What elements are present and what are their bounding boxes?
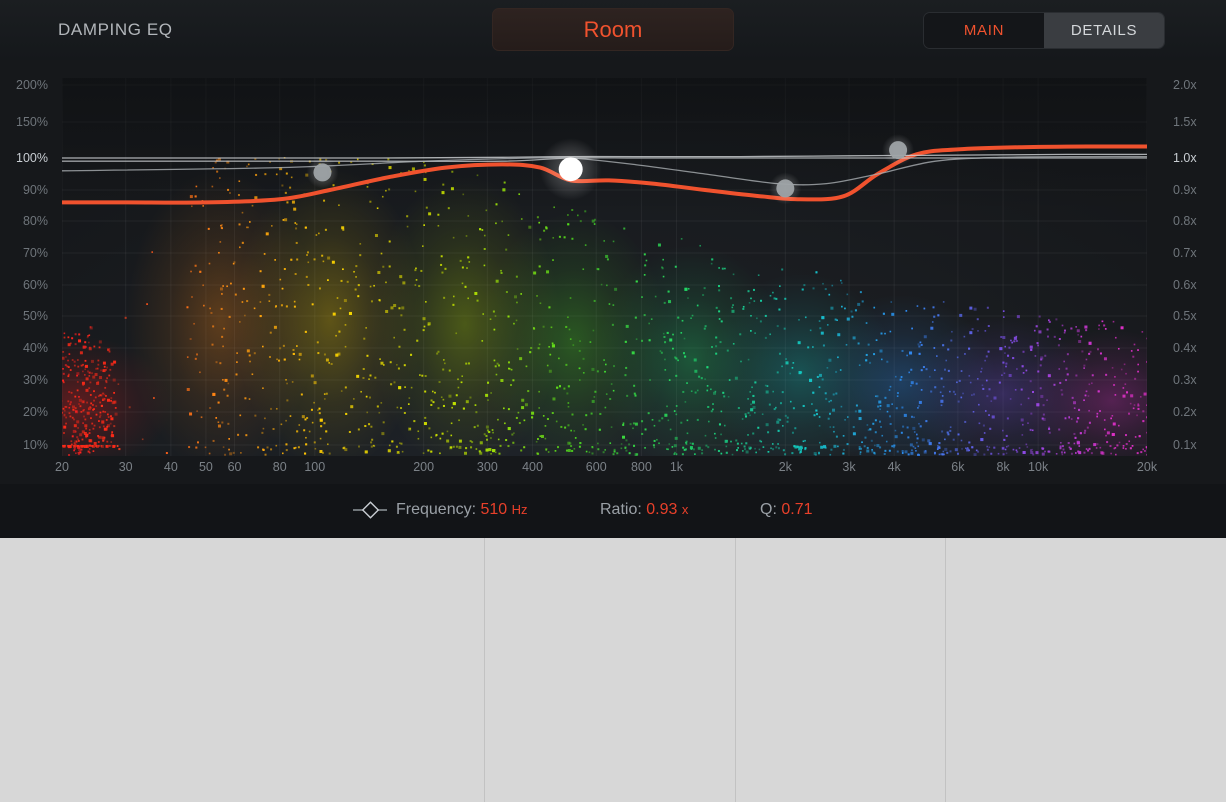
q-value[interactable]: 0.71	[781, 501, 812, 518]
y-tick-right: 0.2x	[1173, 405, 1197, 419]
ratio-label: Ratio:	[600, 501, 642, 518]
y-tick-right: 0.3x	[1173, 373, 1197, 387]
x-tick: 30	[118, 460, 133, 474]
header-bar: DAMPING EQ Room MAIN DETAILS	[0, 0, 1226, 60]
y-tick-right: 0.8x	[1173, 214, 1197, 228]
ratio-readout[interactable]: Ratio: 0.93 x	[600, 501, 688, 519]
y-tick-left: 90%	[22, 183, 48, 197]
y-tick-right: 1.0x	[1173, 151, 1197, 165]
x-tick: 800	[630, 460, 652, 474]
x-tick: 1k	[669, 460, 684, 474]
eq-curves[interactable]	[62, 78, 1147, 456]
y-tick-left: 70%	[22, 246, 48, 260]
spectrum-plot[interactable]	[62, 78, 1147, 456]
y-tick-left: 200%	[16, 78, 48, 92]
x-axis: 20 30 40 50 60 80 100 200 300 400 600 800 1k 2k 3k 4k 6k…	[55, 460, 1157, 480]
preset-selector[interactable]: Room	[492, 8, 734, 51]
preset-name: Room	[583, 16, 643, 42]
y-tick-right: 0.5x	[1173, 309, 1197, 323]
frequency-unit: Hz	[511, 502, 528, 517]
y-tick-left: 60%	[22, 278, 48, 292]
x-tick: 8k	[996, 460, 1010, 474]
y-tick-right: 0.1x	[1173, 438, 1197, 452]
ratio-unit: x	[681, 502, 689, 517]
y-tick-left: 10%	[22, 438, 48, 452]
y-axis-right: 2.0x 1.5x 1.0x 0.9x 0.8x 0.7x 0.6x 0.5x 0.4x 0.3x…	[1160, 78, 1222, 456]
y-tick-left: 80%	[22, 214, 48, 228]
view-tabs: MAIN DETAILS	[924, 13, 1164, 48]
x-tick: 3k	[842, 460, 856, 474]
y-tick-right: 0.4x	[1173, 341, 1197, 355]
panel-divider-3	[945, 538, 946, 802]
y-tick-right: 0.7x	[1173, 246, 1197, 260]
q-label: Q:	[760, 501, 777, 518]
y-tick-right: 1.5x	[1173, 115, 1197, 129]
y-tick-left: 30%	[22, 373, 48, 387]
control-panel: Attack 0 % ♪ Predelay 8 ms Size 50 % Den…	[0, 538, 1226, 802]
frequency-label: Frequency:	[396, 501, 477, 518]
y-tick-right: 2.0x	[1173, 78, 1197, 92]
tab-main[interactable]: MAIN	[924, 13, 1044, 48]
x-tick: 10k	[1028, 460, 1049, 474]
x-tick: 300	[476, 460, 498, 474]
y-tick-left: 150%	[16, 115, 48, 129]
x-tick: 2k	[778, 460, 792, 474]
frequency-readout[interactable]: Frequency: 510 Hz	[396, 501, 528, 519]
band-info-bar: Frequency: 510 Hz Ratio: 0.93 x Q: 0.71	[0, 484, 1226, 536]
x-tick: 100	[304, 460, 326, 474]
band-handle-mid	[558, 157, 583, 182]
y-tick-right: 0.9x	[1173, 183, 1197, 197]
x-tick: 200	[413, 460, 435, 474]
plugin-window: DAMPING EQ Room MAIN DETAILS 200% 150% 100…	[0, 0, 1226, 802]
page-title: DAMPING EQ	[58, 20, 173, 39]
x-tick: 40	[163, 460, 178, 474]
x-tick: 4k	[887, 460, 901, 474]
y-tick-right: 0.6x	[1173, 278, 1197, 292]
x-tick: 20	[55, 460, 69, 474]
x-tick: 80	[272, 460, 287, 474]
panel-divider-2	[735, 538, 736, 802]
panel-divider-1	[484, 538, 485, 802]
x-tick: 6k	[951, 460, 965, 474]
tab-details[interactable]: DETAILS	[1044, 13, 1164, 48]
band-node-icon	[353, 501, 387, 519]
y-tick-left: 50%	[22, 309, 48, 323]
y-tick-left: 40%	[22, 341, 48, 355]
x-tick: 60	[227, 460, 242, 474]
band-handle-low	[313, 163, 332, 182]
y-axis-left: 200% 150% 100% 90% 80% 70% 60% 50% 40% 30% 20% 10%	[0, 78, 56, 456]
band-handle-high	[889, 141, 908, 160]
eq-display: DAMPING EQ Room MAIN DETAILS 200% 150% 100…	[0, 0, 1226, 536]
x-tick: 20k	[1136, 460, 1158, 474]
ratio-value[interactable]: 0.93	[646, 501, 677, 518]
y-tick-left: 100%	[16, 151, 48, 165]
frequency-value[interactable]: 510	[481, 501, 508, 518]
x-tick: 600	[585, 460, 607, 474]
q-readout[interactable]: Q: 0.71	[760, 501, 812, 519]
x-tick: 400	[522, 460, 543, 474]
y-tick-left: 20%	[22, 405, 48, 419]
band-handle-dip	[776, 179, 795, 198]
x-tick: 50	[198, 460, 213, 474]
